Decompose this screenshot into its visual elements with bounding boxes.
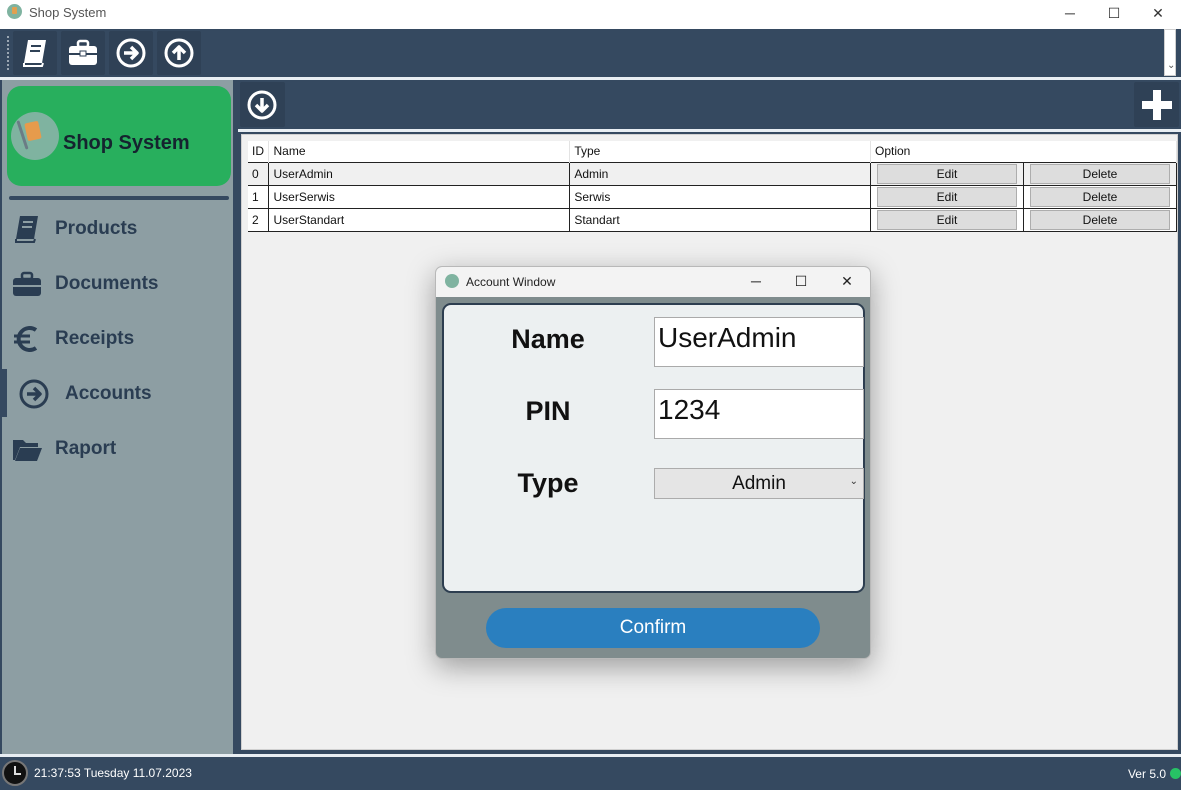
- table-row[interactable]: 1 UserSerwis Serwis Edit Delete: [248, 184, 1177, 208]
- dialog-minimize-button[interactable]: ─: [734, 271, 778, 293]
- delete-button[interactable]: Delete: [1030, 186, 1170, 207]
- cell-delete: Delete: [1023, 161, 1177, 185]
- brand-name: Shop System: [63, 132, 190, 154]
- cell-type: Admin: [569, 161, 871, 185]
- column-header-option[interactable]: Option: [870, 141, 1177, 162]
- cell-edit: Edit: [870, 184, 1024, 208]
- toolbar-grip[interactable]: [7, 36, 9, 70]
- cell-type: Standart: [569, 207, 871, 232]
- account-form: Name UserAdmin PIN 1234 Type Admin ⌄: [442, 303, 865, 593]
- name-input[interactable]: UserAdmin: [654, 317, 864, 367]
- sidebar-item-label: Accounts: [65, 383, 152, 404]
- briefcase-icon: [69, 39, 97, 65]
- edit-button[interactable]: Edit: [877, 209, 1017, 230]
- sidebar-item-products[interactable]: Products: [2, 204, 233, 252]
- sidebar-divider: [9, 196, 229, 200]
- plus-icon: [1142, 90, 1172, 120]
- type-select-value: Admin: [732, 473, 786, 494]
- type-label: Type: [517, 468, 579, 498]
- sidebar-item-label: Products: [55, 218, 138, 239]
- minimize-button[interactable]: ─: [1047, 0, 1093, 29]
- folder-open-icon: [13, 440, 42, 461]
- euro-icon: [14, 326, 38, 352]
- cell-name: UserStandart: [268, 207, 571, 232]
- main-toolbar-divider: [238, 129, 1181, 132]
- column-header-name[interactable]: Name: [268, 141, 571, 162]
- app-logo-icon: [7, 4, 22, 19]
- sidebar-item-label: Documents: [55, 273, 159, 294]
- sidebar-item-accounts[interactable]: Accounts: [2, 369, 233, 417]
- arrow-right-circle-icon: [19, 379, 49, 409]
- book-icon: [15, 216, 38, 243]
- toolbar-scrollbar[interactable]: [1164, 29, 1176, 76]
- table-header: ID Name Type Option: [248, 141, 1177, 162]
- cell-delete: Delete: [1023, 207, 1177, 232]
- main-toolbar: [238, 80, 1181, 129]
- app-logo-icon: [445, 274, 459, 288]
- table-row[interactable]: 2 UserStandart Standart Edit Delete: [248, 207, 1177, 232]
- maximize-button[interactable]: ☐: [1091, 0, 1137, 29]
- cell-name: UserSerwis: [268, 184, 571, 208]
- pin-label: PIN: [525, 396, 571, 426]
- name-label: Name: [511, 324, 585, 354]
- toolbar-products-button[interactable]: [13, 31, 57, 75]
- type-select[interactable]: Admin ⌄: [654, 468, 864, 499]
- delete-button[interactable]: Delete: [1030, 209, 1170, 230]
- status-datetime: 21:37:53 Tuesday 11.07.2023: [34, 766, 192, 780]
- app-window: Shop System ─ ☐ ✕ ⌄ Shop System Products…: [0, 0, 1181, 790]
- status-indicator-icon: [1170, 768, 1181, 779]
- status-version: Ver 5.0: [1127, 767, 1166, 781]
- account-dialog: Account Window ─ ☐ ✕ Name UserAdmin PIN …: [435, 266, 871, 659]
- toolbar-documents-button[interactable]: [61, 31, 105, 75]
- arrow-up-circle-icon: [164, 38, 194, 68]
- toolbar-upload-button[interactable]: [157, 31, 201, 75]
- delete-button[interactable]: Delete: [1030, 163, 1170, 184]
- cell-id: 2: [248, 207, 270, 232]
- add-account-button[interactable]: [1134, 82, 1179, 127]
- toolbar-forward-button[interactable]: [109, 31, 153, 75]
- status-bar: 21:37:53 Tuesday 11.07.2023 Ver 5.0: [0, 754, 1181, 790]
- book-icon: [23, 40, 46, 67]
- briefcase-icon: [13, 271, 41, 296]
- column-header-id[interactable]: ID: [248, 141, 270, 162]
- confirm-button[interactable]: Confirm: [486, 608, 820, 648]
- top-toolbar: [0, 29, 1181, 77]
- dialog-title-bar[interactable]: Account Window ─ ☐ ✕: [436, 267, 870, 297]
- title-bar: Shop System ─ ☐ ✕: [0, 0, 1181, 29]
- dialog-maximize-button[interactable]: ☐: [779, 271, 823, 293]
- edit-button[interactable]: Edit: [877, 163, 1017, 184]
- sidebar-item-raport[interactable]: Raport: [2, 424, 233, 472]
- dialog-close-button[interactable]: ✕: [825, 271, 869, 293]
- sidebar-item-label: Raport: [55, 438, 117, 459]
- cell-id: 1: [248, 184, 270, 208]
- close-button[interactable]: ✕: [1135, 0, 1181, 29]
- table-row[interactable]: 0 UserAdmin Admin Edit Delete: [248, 161, 1177, 185]
- window-title: Shop System: [29, 5, 107, 20]
- cell-edit: Edit: [870, 207, 1024, 232]
- sidebar-item-receipts[interactable]: Receipts: [2, 314, 233, 362]
- cell-type: Serwis: [569, 184, 871, 208]
- arrow-right-circle-icon: [116, 38, 146, 68]
- shop-cart-icon: [11, 112, 59, 160]
- download-button[interactable]: [240, 82, 285, 127]
- column-header-type[interactable]: Type: [569, 141, 871, 162]
- cell-delete: Delete: [1023, 184, 1177, 208]
- sidebar-item-documents[interactable]: Documents: [2, 259, 233, 307]
- chevron-down-icon: ⌄: [849, 476, 858, 487]
- clock-icon: [2, 760, 28, 786]
- sidebar: Shop System Products Documents Receipts …: [0, 80, 236, 754]
- cell-edit: Edit: [870, 161, 1024, 185]
- edit-button[interactable]: Edit: [877, 186, 1017, 207]
- accounts-table: ID Name Type Option 0 UserAdmin Admin Ed…: [248, 141, 1177, 232]
- cell-name: UserAdmin: [268, 161, 571, 185]
- sidebar-item-label: Receipts: [55, 328, 135, 349]
- dialog-title: Account Window: [466, 275, 556, 289]
- brand-card[interactable]: Shop System: [7, 86, 231, 186]
- arrow-down-circle-icon: [247, 90, 277, 120]
- pin-input[interactable]: 1234: [654, 389, 864, 439]
- cell-id: 0: [248, 161, 270, 185]
